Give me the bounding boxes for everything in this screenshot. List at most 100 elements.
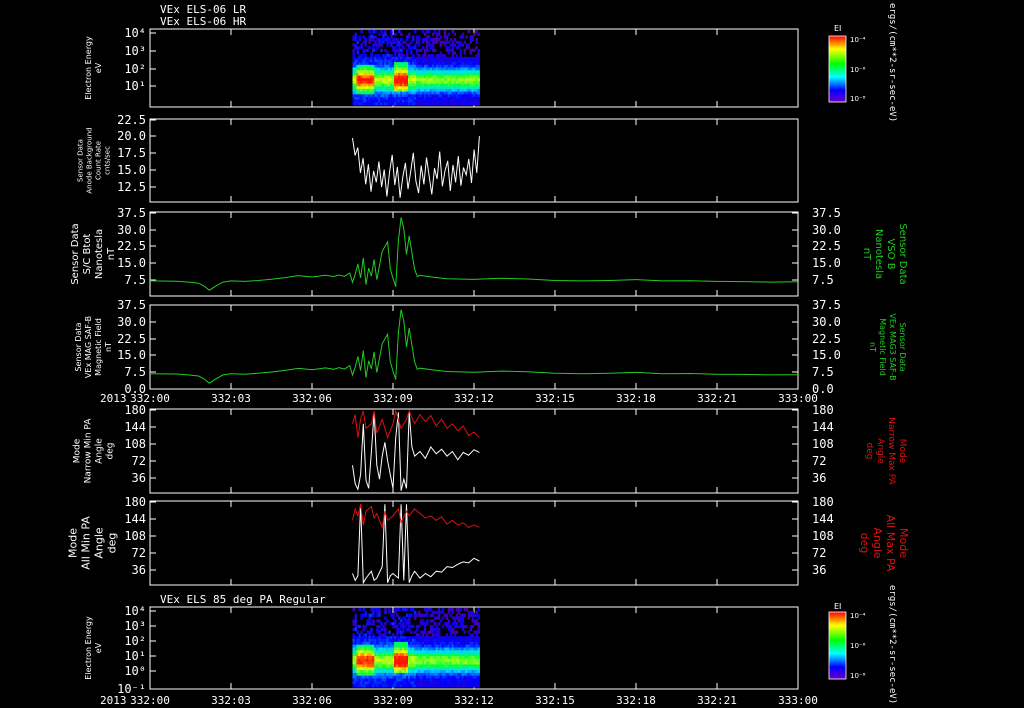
y-tick-label-p1-0: 10⁴ <box>124 26 146 40</box>
heatmap-cell-p1 <box>433 48 437 52</box>
heatmap-cell-p7 <box>414 616 417 620</box>
heatmap-cell-p1 <box>477 32 480 36</box>
y-tick-label-p4-1: 30.0 <box>117 315 146 329</box>
y-tick-label-p1-3: 10¹ <box>124 79 146 93</box>
plot-canvas: VEx ELS-06 LR VEx ELS-06 HR VEx ELS 85 d… <box>67 3 911 707</box>
heatmap-cell-p1 <box>400 32 403 36</box>
heatmap-cell-p1 <box>394 32 397 36</box>
heatmap-cell-p7 <box>477 678 480 682</box>
y-tick-label-p5-3: 72 <box>132 454 146 468</box>
heatmap-cell-p7 <box>360 616 363 620</box>
y-tick-label-p3-3: 15.0 <box>117 256 146 270</box>
colorbar-7 <box>828 611 847 680</box>
heatmap-cell-p7 <box>469 627 472 632</box>
right-label-p3-0: Sensor Data <box>897 223 908 284</box>
heatmap-cell-p1 <box>380 48 383 52</box>
heatmap-cell-p7 <box>378 613 381 617</box>
panel-frame-3 <box>149 211 799 297</box>
heatmap-cell-p7 <box>372 613 375 617</box>
x-tick-label-top-6: 332:18 <box>616 392 656 405</box>
left-label-p1-0: Electron Energy <box>84 36 93 100</box>
series-line-p2 <box>352 136 480 198</box>
heatmap-cell-p7 <box>354 613 357 617</box>
series-line-p3 <box>149 217 799 291</box>
y-tick-label-right-p4-3: 15.0 <box>812 348 841 362</box>
x-tick-label-bottom-3: 332:09 <box>373 694 413 707</box>
y-tick-label-p6-1: 144 <box>124 512 146 526</box>
series-line-p6-1 <box>352 504 480 530</box>
heatmap-cell-p1 <box>463 51 466 55</box>
y-tick-label-p7-0: 10⁴ <box>124 604 146 618</box>
y-tick-label-p7-4: 10⁰ <box>124 664 146 678</box>
right-label-p4-3: nT <box>868 342 877 352</box>
heatmap-cell-p1 <box>368 46 371 50</box>
x-tick-label-bottom-1: 332:03 <box>211 694 251 707</box>
y-tick-label-right-p5-1: 144 <box>812 420 834 434</box>
heatmap-cell-p1 <box>461 35 465 39</box>
y-tick-label-p5-0: 180 <box>124 403 146 417</box>
left-label-p7-0: Electron Energy <box>84 616 93 680</box>
heatmap-cell-p7 <box>358 624 361 629</box>
left-label-p6-2: Angle <box>93 527 106 559</box>
y-tick-label-right-p3-2: 22.5 <box>812 239 841 253</box>
heatmap-cell-p1 <box>414 30 417 34</box>
left-label-p5-2: Angle <box>95 438 105 464</box>
right-label-p6-0: Mode <box>897 528 910 558</box>
colorbar-1-tick-1: 10⁻⁶ <box>850 66 866 74</box>
series-line-p4 <box>149 309 799 384</box>
y-tick-label-right-p6-3: 72 <box>812 546 826 560</box>
y-tick-label-p3-2: 22.5 <box>117 239 146 253</box>
heatmap-cell-p1 <box>408 35 411 39</box>
colorbar-1-tick-0: 10⁻⁴ <box>850 36 866 44</box>
heatmap-cell-p7 <box>477 639 480 643</box>
right-label-p5-1: Narrow Max PA <box>886 417 896 485</box>
y-tick-label-right-p5-3: 72 <box>812 454 826 468</box>
left-label-p6-0: Mode <box>67 528 80 558</box>
y-tick-label-p2-2: 17.5 <box>117 146 146 160</box>
heatmap-cell-p1 <box>467 30 470 34</box>
y-tick-label-p1-1: 10³ <box>124 44 146 58</box>
y-tick-label-right-p4-4: 7.5 <box>812 365 834 379</box>
heatmap-cell-p7 <box>463 630 466 634</box>
heatmap-cell-p7 <box>386 619 389 623</box>
right-label-p5-3: deg <box>864 443 874 460</box>
heatmap-cell-p7 <box>362 627 365 632</box>
heatmap-cell-p7 <box>477 684 480 688</box>
heatmap-cell-p7 <box>358 608 361 612</box>
heatmap-cell-p1 <box>374 30 377 34</box>
heatmap-cell-p7 <box>384 610 387 615</box>
y-tick-label-p1-2: 10² <box>124 62 146 76</box>
x-tick-label-bottom-8: 333:00 <box>778 694 818 707</box>
y-tick-label-p7-2: 10² <box>124 634 146 648</box>
panel-frame-6 <box>149 500 799 586</box>
y-tick-label-p2-0: 22.5 <box>117 113 146 127</box>
y-tick-label-p2-3: 15.0 <box>117 163 146 177</box>
x-tick-label-bottom-6: 332:18 <box>616 694 656 707</box>
heatmap-cell-p7 <box>477 653 480 657</box>
panel7-title: VEx ELS 85 deg PA Regular <box>160 593 326 606</box>
right-label-p6-2: Angle <box>871 527 884 559</box>
y-tick-label-right-p6-0: 180 <box>812 495 834 509</box>
heatmap-cell-p7 <box>364 613 367 617</box>
heatmap-cell-p1 <box>465 35 468 39</box>
x-tick-label-bottom-5: 332:15 <box>535 694 575 707</box>
left-label-p6-3: deg <box>106 533 119 554</box>
y-tick-label-p6-2: 108 <box>124 529 146 543</box>
y-tick-label-right-p3-3: 15.0 <box>812 256 841 270</box>
y-tick-label-right-p5-4: 36 <box>812 471 826 485</box>
left-label-p3-0: Sensor Data <box>70 223 81 284</box>
left-label-p3-3: nT <box>106 247 117 260</box>
x-tick-label-bottom-2: 332:06 <box>292 694 332 707</box>
left-label-p5-1: Narrow Min PA <box>84 418 94 484</box>
x-tick-label-top-1: 332:03 <box>211 392 251 405</box>
heatmap-cell-p1 <box>453 32 457 36</box>
heatmap-cell-p7 <box>388 630 391 634</box>
x-tick-label-top-4: 332:12 <box>454 392 494 405</box>
heatmap-cell-p7 <box>425 622 429 626</box>
colorbar-7-tick-1: 10⁻⁶ <box>850 642 866 650</box>
colorbar-1-title: EI <box>834 24 841 33</box>
y-tick-label-right-p6-1: 144 <box>812 512 834 526</box>
y-tick-label-right-p6-2: 108 <box>812 529 834 543</box>
heatmap-cell-p7 <box>402 630 405 634</box>
left-label-p4-1: VEx MAG SAF-B <box>84 316 93 378</box>
